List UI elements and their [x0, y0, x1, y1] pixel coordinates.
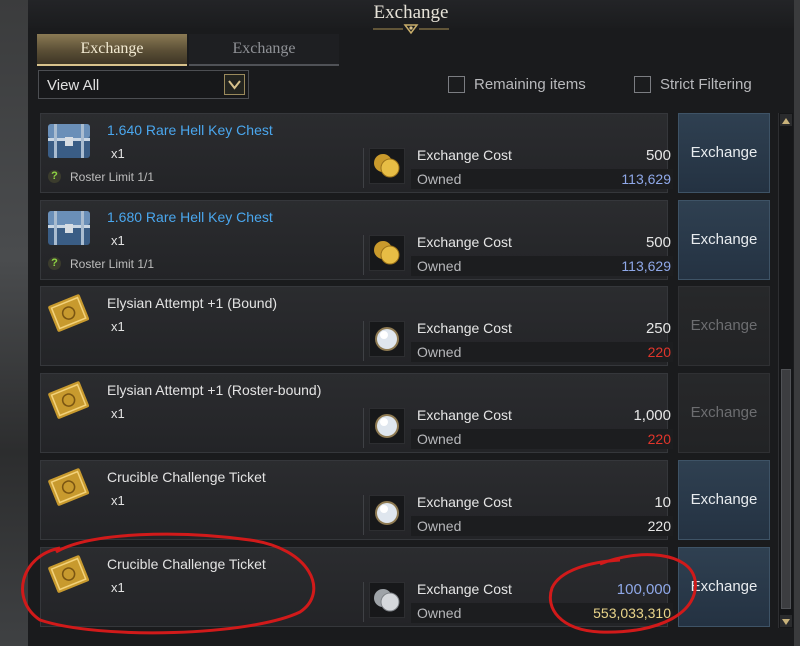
scrollbar-thumb[interactable] — [781, 369, 791, 609]
ticket-icon[interactable] — [46, 293, 92, 335]
row-body: 1.680 Rare Hell Key Chest x1? Roster Limit… — [40, 199, 673, 280]
remaining-items-checkbox[interactable] — [448, 76, 465, 93]
tab-exchange-secondary[interactable]: Exchange — [189, 34, 339, 66]
strict-filtering-checkbox[interactable] — [634, 76, 651, 93]
exchange-cost-label: Exchange Cost — [417, 580, 512, 597]
roster-limit: Roster Limit 1/1 — [70, 256, 155, 271]
owned-label: Owned — [417, 517, 462, 534]
chest-icon[interactable] — [46, 120, 92, 162]
exchange-row: Elysian Attempt +1 (Bound) x1 Exchange Cos… — [40, 286, 770, 367]
row-body: Elysian Attempt +1 (Roster-bound) x1 Excha… — [40, 373, 673, 454]
exchange-row: Crucible Challenge Ticket x1 Exchange Cost… — [40, 546, 770, 627]
gold-coins-icon — [369, 234, 405, 271]
item-name: Elysian Attempt +1 (Bound) — [107, 295, 278, 312]
title-bar: Exchange — [28, 0, 794, 35]
exchange-row: Elysian Attempt +1 (Roster-bound) x1 Excha… — [40, 373, 770, 454]
ticket-icon[interactable] — [46, 554, 92, 596]
item-name: Crucible Challenge Ticket — [107, 468, 266, 485]
exchange-button[interactable]: Exchange — [678, 286, 770, 367]
help-icon[interactable]: ? — [48, 170, 61, 183]
owned-label: Owned — [417, 257, 462, 274]
owned-value: 553,033,310 — [593, 604, 671, 621]
item-quantity: x1 — [111, 492, 125, 508]
exchange-cost-label: Exchange Cost — [417, 233, 512, 250]
item-name: 1.680 Rare Hell Key Chest — [107, 208, 273, 225]
exchange-item-list: 1.640 Rare Hell Key Chest x1? Roster Limit… — [40, 113, 770, 628]
title-ornament-icon — [373, 24, 449, 35]
item-name: 1.640 Rare Hell Key Chest — [107, 122, 273, 138]
exchange-button[interactable]: Exchange — [678, 546, 770, 627]
item-quantity: x1 — [111, 232, 125, 248]
exchange-cost-value: 100,000 — [616, 580, 671, 598]
owned-label: Owned — [417, 431, 462, 448]
window-title: Exchange — [373, 2, 449, 23]
owned-value: 220 — [647, 517, 671, 534]
exchange-cost-value: 1,000 — [633, 407, 671, 425]
owned-value: 113,629 — [621, 257, 671, 274]
owned-value: 220 — [647, 431, 671, 448]
divider — [363, 148, 364, 188]
divider — [363, 494, 364, 535]
ticket-icon[interactable] — [46, 380, 92, 422]
owned-value: 113,629 — [621, 171, 671, 187]
scrollbar[interactable] — [778, 113, 793, 628]
item-name: Elysian Attempt +1 (Roster-bound) — [107, 382, 322, 399]
background-scenery — [0, 0, 28, 646]
chest-icon[interactable] — [46, 207, 92, 249]
gold-coins-icon — [369, 148, 405, 184]
ticket-icon[interactable] — [46, 467, 92, 509]
item-quantity: x1 — [111, 146, 125, 161]
owned-label: Owned — [417, 344, 462, 361]
item-quantity: x1 — [111, 319, 125, 335]
exchange-cost-value: 500 — [645, 147, 671, 164]
scroll-down-arrow-icon[interactable] — [780, 615, 792, 627]
row-body: Crucible Challenge Ticket x1 Exchange Cost… — [40, 459, 673, 540]
crystal-orb-icon — [369, 321, 405, 358]
view-filter-value: View All — [47, 77, 100, 94]
divider — [363, 321, 364, 362]
remaining-items-label: Remaining items — [474, 76, 586, 93]
exchange-button[interactable]: Exchange — [678, 113, 770, 193]
exchange-cost-value: 10 — [654, 493, 671, 511]
exchange-row: Crucible Challenge Ticket x1 Exchange Cost… — [40, 459, 770, 540]
exchange-button[interactable]: Exchange — [678, 373, 770, 454]
row-body: Crucible Challenge Ticket x1 Exchange Cost… — [40, 546, 673, 627]
item-name: Crucible Challenge Ticket — [107, 555, 266, 572]
chevron-down-icon[interactable] — [224, 74, 245, 95]
crystal-orb-icon — [369, 494, 405, 531]
row-body: Elysian Attempt +1 (Bound) x1 Exchange Cos… — [40, 286, 673, 367]
crystal-orb-icon — [369, 408, 405, 445]
divider — [363, 408, 364, 449]
background-edge — [794, 0, 800, 646]
item-quantity: x1 — [111, 579, 125, 595]
row-body: 1.640 Rare Hell Key Chest x1? Roster Limit… — [40, 113, 673, 193]
exchange-button[interactable]: Exchange — [678, 459, 770, 540]
exchange-cost-label: Exchange Cost — [417, 493, 512, 510]
exchange-cost-value: 500 — [645, 233, 671, 251]
silver-coins-icon — [369, 581, 405, 618]
exchange-cost-label: Exchange Cost — [417, 320, 512, 337]
exchange-row: 1.640 Rare Hell Key Chest x1? Roster Limit… — [40, 113, 770, 193]
tab-exchange-primary[interactable]: Exchange — [37, 34, 187, 66]
exchange-button[interactable]: Exchange — [678, 199, 770, 280]
exchange-cost-value: 250 — [645, 320, 671, 338]
exchange-window: Exchange Exchange Exchange View All Rema… — [28, 0, 794, 646]
owned-label: Owned — [417, 604, 462, 621]
exchange-cost-label: Exchange Cost — [417, 407, 512, 424]
divider — [363, 581, 364, 622]
help-icon[interactable]: ? — [48, 256, 61, 270]
view-filter-dropdown[interactable]: View All — [38, 70, 249, 99]
owned-label: Owned — [417, 171, 462, 187]
exchange-row: 1.680 Rare Hell Key Chest x1? Roster Limit… — [40, 199, 770, 280]
item-quantity: x1 — [111, 406, 125, 422]
strict-filtering-label: Strict Filtering — [660, 76, 752, 93]
scroll-up-arrow-icon[interactable] — [780, 114, 792, 126]
exchange-cost-label: Exchange Cost — [417, 147, 512, 163]
divider — [363, 234, 364, 275]
roster-limit: Roster Limit 1/1 — [70, 170, 155, 184]
owned-value: 220 — [647, 344, 671, 361]
